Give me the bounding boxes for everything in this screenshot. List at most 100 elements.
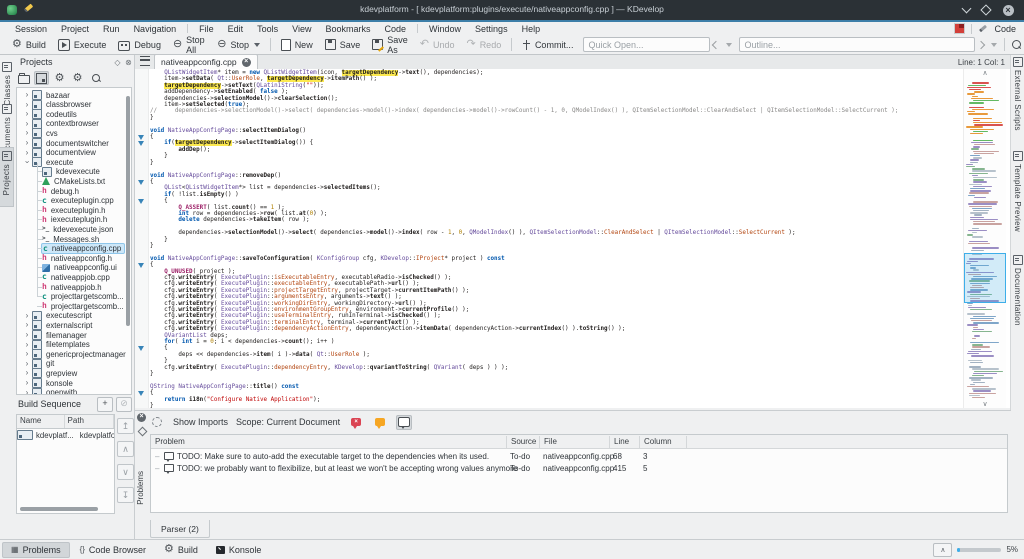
fold-marker-icon[interactable]: [138, 391, 144, 396]
tree-item-executescript[interactable]: › executescript: [17, 310, 131, 321]
tree-scrollbar[interactable]: [126, 96, 130, 326]
move-top-button[interactable]: ↥: [117, 418, 134, 434]
fold-marker-icon[interactable]: [138, 141, 144, 147]
open-project-button[interactable]: [16, 71, 31, 85]
redo-button[interactable]: ↷ Redo: [460, 37, 507, 52]
chevron-collapsed-icon[interactable]: ›: [23, 100, 31, 109]
configure-project-button[interactable]: ⚙: [70, 71, 85, 85]
problem-row[interactable]: – TODO: Make sure to auto-add the executa…: [151, 451, 1007, 463]
tree-item-konsole[interactable]: › konsole: [17, 378, 131, 388]
debug-button[interactable]: Debug: [112, 37, 167, 53]
tree-item-bazaar[interactable]: › bazaar: [17, 90, 131, 100]
tree-item-documentview[interactable]: › documentview: [17, 147, 131, 158]
tree-item-nativeappconfig-h[interactable]: h nativeappconfig.h: [17, 253, 131, 263]
tree-item-externalscript[interactable]: › externalscript: [17, 320, 131, 331]
next-context-button[interactable]: [975, 40, 987, 50]
editor-tab-nativeappconfig[interactable]: nativeappconfig.cpp ×: [154, 54, 258, 69]
minimap-viewport[interactable]: [964, 253, 1006, 303]
code-line[interactable]: }: [150, 403, 961, 408]
code-editor[interactable]: QListWidgetItem* item = new QListWidgetI…: [135, 69, 1011, 408]
chevron-collapsed-icon[interactable]: ›: [23, 350, 31, 358]
code-lines[interactable]: QListWidgetItem* item = new QListWidgetI…: [150, 70, 961, 408]
build-button[interactable]: ⚙ Build: [6, 37, 52, 52]
move-down-button[interactable]: ∨: [117, 464, 134, 480]
tree-item-openwith[interactable]: › openwith: [17, 387, 131, 394]
parser-tab[interactable]: Parser (2): [150, 520, 210, 538]
tree-item-contextbrowser[interactable]: › contextbrowser: [17, 118, 131, 129]
project-filter-button[interactable]: [88, 71, 103, 85]
chevron-collapsed-icon[interactable]: ›: [23, 388, 31, 394]
filter-hints-button[interactable]: [396, 414, 413, 430]
chevron-collapsed-icon[interactable]: ›: [23, 321, 31, 329]
chevron-collapsed-icon[interactable]: ›: [23, 311, 31, 320]
quick-open-input[interactable]: [583, 37, 711, 52]
fold-marker-icon[interactable]: [138, 179, 144, 185]
panel-close-button[interactable]: ⊗: [123, 57, 134, 68]
tree-item-documentswitcher[interactable]: › documentswitcher: [17, 138, 131, 148]
chevron-collapsed-icon[interactable]: ›: [23, 340, 31, 349]
column-header-name[interactable]: Name: [17, 415, 65, 428]
execute-button[interactable]: Execute: [52, 37, 113, 53]
tree-item-projecttargetscomb-[interactable]: c projecttargetscomb...: [17, 292, 131, 302]
tree-item-executeplugin-h[interactable]: h executeplugin.h: [17, 205, 131, 215]
build-sequence-row[interactable]: kdevplatf... kdevplatform: [17, 429, 114, 441]
commit-button[interactable]: Commit...: [516, 38, 580, 52]
move-up-button[interactable]: ∧: [117, 441, 134, 457]
code-line[interactable]: // dependencies->selectionModel()->selec…: [150, 108, 961, 114]
tree-item-filetemplates[interactable]: › filetemplates: [17, 339, 131, 350]
tree-item-grepview[interactable]: › grepview: [17, 368, 131, 379]
horizontal-scrollbar[interactable]: [20, 507, 98, 511]
chevron-collapsed-icon[interactable]: ›: [23, 110, 31, 118]
tree-item-nativeappconfig-cpp[interactable]: c nativeappconfig.cpp: [17, 243, 131, 255]
tree-item-nativeappconfig-ui[interactable]: nativeappconfig.ui: [17, 263, 131, 273]
editor-icon-border[interactable]: [135, 69, 149, 408]
save-button[interactable]: Save: [319, 37, 367, 52]
tree-item-kdevexecute[interactable]: kdevexecute: [17, 166, 131, 177]
move-bottom-button[interactable]: ↧: [117, 487, 134, 503]
scrollbar-minimap[interactable]: ∧ ∨: [963, 69, 1006, 408]
previous-context-button[interactable]: [710, 40, 722, 50]
column-header-file[interactable]: File: [539, 436, 557, 448]
statusbar-code-browser-button[interactable]: {} Code Browser: [72, 543, 154, 557]
undo-button[interactable]: ↶ Undo: [414, 37, 461, 52]
reparse-button[interactable]: [149, 415, 165, 430]
filter-warnings-button[interactable]: [372, 415, 388, 430]
show-imports-toggle[interactable]: Show Imports: [173, 417, 228, 427]
tree-item-nativeappjob-cpp[interactable]: c nativeappjob.cpp: [17, 272, 131, 282]
toolview-float-icon[interactable]: [137, 426, 148, 437]
panel-float-button[interactable]: ◇: [112, 57, 123, 68]
document-list-icon[interactable]: [140, 56, 150, 66]
column-header-column[interactable]: Column: [639, 436, 672, 448]
close-button[interactable]: ×: [1002, 4, 1014, 16]
fold-marker-icon[interactable]: [138, 346, 144, 352]
chevron-collapsed-icon[interactable]: ›: [23, 369, 31, 377]
tree-item-git[interactable]: › git: [17, 358, 131, 369]
new-button[interactable]: New: [275, 37, 319, 53]
tree-item-executeplugin-cpp[interactable]: c executeplugin.cpp: [17, 196, 131, 206]
stop-all-button[interactable]: ⊖ Stop All: [167, 33, 211, 57]
problems-table-header[interactable]: Problem Source File Line Column: [151, 435, 1007, 449]
right-tab-documentation[interactable]: Documentation: [1011, 255, 1024, 326]
tab-close-icon[interactable]: ×: [241, 57, 251, 67]
scroll-down-icon[interactable]: ∨: [964, 400, 1006, 408]
minimize-button[interactable]: [960, 3, 972, 16]
save-as-button[interactable]: Save As: [366, 33, 414, 57]
outline-input[interactable]: [739, 37, 976, 52]
toolview-close-icon[interactable]: ×: [137, 413, 146, 422]
chevron-collapsed-icon[interactable]: ›: [23, 139, 31, 147]
chevron-collapsed-icon[interactable]: ›: [23, 379, 31, 387]
stop-button[interactable]: ⊖ Stop: [211, 37, 266, 52]
tree-item-debug-h[interactable]: h debug.h: [17, 186, 131, 196]
fold-marker-icon[interactable]: [138, 135, 144, 140]
column-header-path[interactable]: Path: [65, 415, 114, 428]
column-header-source[interactable]: Source: [506, 436, 536, 448]
next-context-dropdown[interactable]: [987, 41, 1000, 49]
symbol-lookup-button[interactable]: [1009, 38, 1024, 51]
chevron-collapsed-icon[interactable]: ›: [23, 331, 31, 339]
problem-row[interactable]: – TODO: we probably want to flexibilize, …: [151, 463, 1007, 475]
tree-item-projecttargetscomb-[interactable]: h projecttargetscomb...: [17, 301, 131, 311]
tree-item-codeutils[interactable]: › codeutils: [17, 109, 131, 120]
statusbar-konsole-button[interactable]: Konsole: [208, 543, 270, 557]
chevron-collapsed-icon[interactable]: ›: [23, 91, 31, 99]
statusbar-build-button[interactable]: ⚙ Build: [156, 542, 206, 557]
